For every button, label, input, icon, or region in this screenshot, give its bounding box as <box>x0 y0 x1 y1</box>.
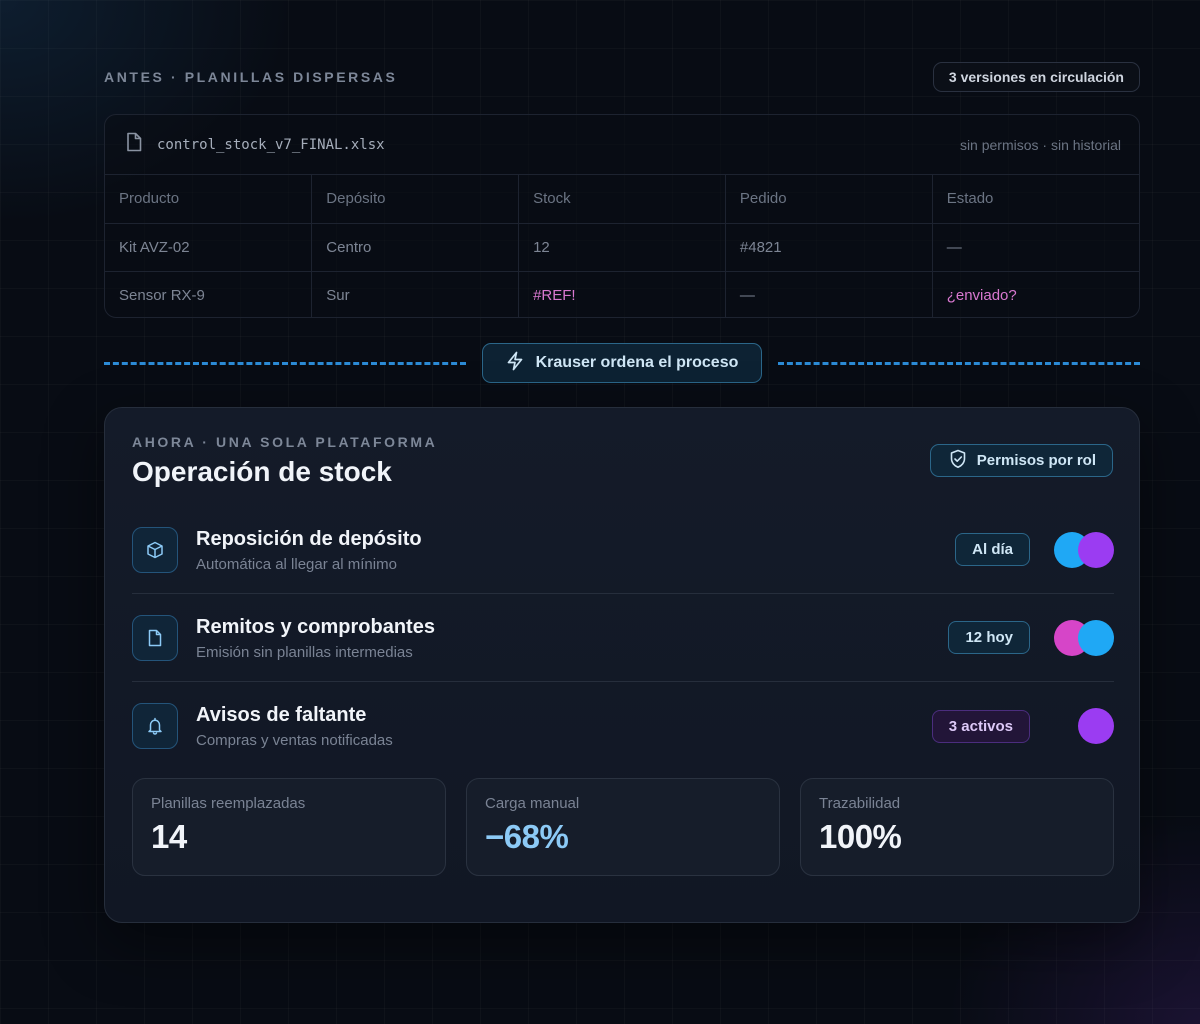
list-item-title: Avisos de faltante <box>196 704 367 726</box>
versions-badge: 3 versiones en circulación <box>932 62 1140 92</box>
table-cell: — <box>725 271 933 317</box>
stats-row: Planillas reemplazadas 14 Carga manual −… <box>132 778 1114 876</box>
dashed-line-right <box>778 362 1140 365</box>
list-item-subtitle: Compras y ventas notificadas <box>196 732 393 749</box>
status-badge: 12 hoy <box>948 621 1030 654</box>
table-cell: 12 <box>518 223 726 272</box>
list-item-title: Remitos y comprobantes <box>196 615 435 638</box>
list-item-reposicion[interactable]: Reposición de depósito Automática al lle… <box>132 506 1114 594</box>
lightning-icon <box>506 351 524 376</box>
document-icon <box>132 614 178 661</box>
list-item-text: Reposición de depósito Automática al lle… <box>196 527 955 573</box>
avatar <box>1078 619 1114 656</box>
role-permissions-label: Permisos por rol <box>976 452 1096 469</box>
status-badge: Al día <box>955 533 1030 566</box>
list-item-text: Avisos de faltante Compras y ventas noti… <box>196 703 932 749</box>
role-permissions-badge[interactable]: Permisos por rol <box>929 444 1113 477</box>
table-header-row: Producto Depósito Stock Pedido Estado <box>105 175 1139 224</box>
table-cell: #4821 <box>725 223 933 272</box>
platform-card: AHORA · UNA SOLA PLATAFORMA Operación de… <box>104 407 1140 923</box>
column-header: Depósito <box>311 175 520 224</box>
avatar-group <box>1054 619 1114 656</box>
table-cell: — <box>932 223 1139 272</box>
table-cell-error: #REF! <box>518 271 726 317</box>
avatar <box>1078 708 1114 744</box>
file-name: control_stock_v7_FINAL.xlsx <box>157 136 385 153</box>
table-cell: Sensor RX-9 <box>105 271 313 317</box>
table-cell: Kit AVZ-02 <box>105 223 313 272</box>
before-header: ANTES · PLANILLAS DISPERSAS 3 versiones … <box>104 62 1140 92</box>
column-header: Pedido <box>725 175 933 224</box>
spreadsheet-table: Producto Depósito Stock Pedido Estado Ki… <box>105 175 1139 317</box>
spreadsheet-preview: control_stock_v7_FINAL.xlsx sin permisos… <box>104 114 1140 318</box>
stat-card-planillas: Planillas reemplazadas 14 <box>132 778 446 876</box>
avatar <box>1078 531 1114 568</box>
process-badge: Krauser ordena el proceso <box>482 343 762 383</box>
before-eyebrow: ANTES · PLANILLAS DISPERSAS <box>104 69 398 85</box>
shield-check-icon <box>949 449 967 473</box>
list-item-subtitle: Emisión sin planillas intermedias <box>196 643 413 661</box>
stat-label: Planillas reemplazadas <box>151 795 306 812</box>
avatar-group <box>1054 708 1114 744</box>
list-item-avisos[interactable]: Avisos de faltante Compras y ventas noti… <box>132 682 1114 770</box>
process-divider: Krauser ordena el proceso <box>104 343 1140 383</box>
status-badge: 3 activos <box>931 709 1030 743</box>
bell-icon <box>132 703 178 749</box>
stat-card-carga-manual: Carga manual −68% <box>466 778 780 876</box>
avatar-group <box>1054 531 1114 568</box>
stat-card-trazabilidad: Trazabilidad 100% <box>800 778 1114 876</box>
card-title: Operación de stock <box>132 456 392 487</box>
table-row: Sensor RX-9 Sur #REF! — ¿enviado? <box>105 271 1139 317</box>
process-label: Krauser ordena el proceso <box>535 354 739 371</box>
list-item-text: Remitos y comprobantes Emisión sin plani… <box>196 615 948 661</box>
process-list: Reposición de depósito Automática al lle… <box>132 506 1114 770</box>
list-item-subtitle: Automática al llegar al mínimo <box>196 555 397 573</box>
spreadsheet-header: control_stock_v7_FINAL.xlsx sin permisos… <box>105 115 1139 175</box>
column-header: Estado <box>932 175 1139 224</box>
list-item-title: Reposición de depósito <box>196 527 422 550</box>
file-meta: sin permisos · sin historial <box>959 136 1121 153</box>
stat-label: Trazabilidad <box>819 795 901 812</box>
table-cell: Sur <box>311 271 520 317</box>
file-info: control_stock_v7_FINAL.xlsx <box>125 132 385 157</box>
column-header: Stock <box>518 175 726 224</box>
after-eyebrow: AHORA · UNA SOLA PLATAFORMA <box>132 434 438 450</box>
table-cell-error: ¿enviado? <box>946 286 1017 304</box>
table-row: Kit AVZ-02 Centro 12 #4821 — <box>105 223 1139 272</box>
box-icon <box>132 526 178 573</box>
stat-value: 14 <box>151 818 187 855</box>
column-header: Producto <box>105 175 313 224</box>
dashed-line-left <box>104 362 466 365</box>
file-icon <box>125 132 143 157</box>
stat-label: Carga manual <box>485 795 580 812</box>
stat-value: 100% <box>819 818 902 855</box>
list-item-remitos[interactable]: Remitos y comprobantes Emisión sin plani… <box>132 594 1114 682</box>
table-cell: Centro <box>311 223 520 272</box>
stat-value: −68% <box>485 818 569 855</box>
